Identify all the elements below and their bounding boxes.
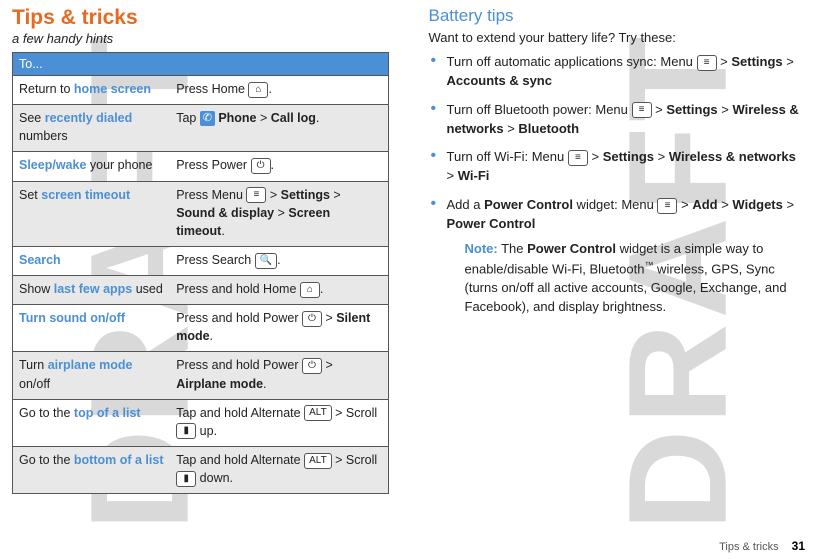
battery-tips-list: Turn off automatic applications sync: Me… xyxy=(429,53,806,316)
table-header: To... xyxy=(13,53,389,76)
menu-key-icon: ≡ xyxy=(697,55,717,71)
right-column: Battery tips Want to extend your battery… xyxy=(429,6,806,494)
search-key-icon: 🔍 xyxy=(255,253,277,269)
phone-icon: ✆ xyxy=(200,111,215,126)
power-key-icon: ⏻ xyxy=(302,311,322,327)
table-row: Search Press Search 🔍. xyxy=(13,246,389,275)
section-heading: Battery tips xyxy=(429,6,806,26)
table-row: Sleep/wake your phone Press Power ⏻. xyxy=(13,152,389,181)
alt-key-icon: ALT xyxy=(304,405,332,421)
tips-table: To... Return to home screen Press Home ⌂… xyxy=(12,52,389,494)
table-row: Set screen timeout Press Menu ≡ > Settin… xyxy=(13,181,389,246)
menu-key-icon: ≡ xyxy=(632,102,652,118)
table-row: See recently dialed numbers Tap ✆ Phone … xyxy=(13,105,389,152)
power-key-icon: ⏻ xyxy=(302,358,322,374)
menu-key-icon: ≡ xyxy=(657,198,677,214)
page-title: Tips & tricks xyxy=(12,6,389,30)
menu-key-icon: ≡ xyxy=(568,150,588,166)
scroll-key-icon: ▮ xyxy=(176,423,196,439)
table-row: Show last few apps used Press and hold H… xyxy=(13,276,389,305)
list-item: Add a Power Control widget: Menu ≡ > Add… xyxy=(429,196,806,316)
list-item: Turn off Bluetooth power: Menu ≡ > Setti… xyxy=(429,101,806,139)
page-footer: Tips & tricks 31 xyxy=(719,539,805,553)
alt-key-icon: ALT xyxy=(304,453,332,469)
table-row: Turn airplane mode on/off Press and hold… xyxy=(13,352,389,399)
table-row: Return to home screen Press Home ⌂. xyxy=(13,76,389,105)
home-key-icon: ⌂ xyxy=(300,282,320,298)
table-row: Go to the top of a list Tap and hold Alt… xyxy=(13,399,389,446)
footer-section: Tips & tricks xyxy=(719,541,779,553)
menu-key-icon: ≡ xyxy=(246,187,266,203)
page-subtitle: a few handy hints xyxy=(12,31,389,46)
list-item: Turn off automatic applications sync: Me… xyxy=(429,53,806,91)
note-paragraph: Note: The Power Control widget is a simp… xyxy=(447,240,806,317)
left-column: Tips & tricks a few handy hints To... Re… xyxy=(12,6,389,494)
page-number: 31 xyxy=(792,539,805,553)
table-row: Turn sound on/off Press and hold Power ⏻… xyxy=(13,305,389,352)
intro-text: Want to extend your battery life? Try th… xyxy=(429,30,806,45)
home-key-icon: ⌂ xyxy=(248,82,268,98)
power-key-icon: ⏻ xyxy=(251,158,271,174)
table-row: Go to the bottom of a list Tap and hold … xyxy=(13,446,389,493)
list-item: Turn off Wi-Fi: Menu ≡ > Settings > Wire… xyxy=(429,148,806,186)
scroll-key-icon: ▮ xyxy=(176,471,196,487)
